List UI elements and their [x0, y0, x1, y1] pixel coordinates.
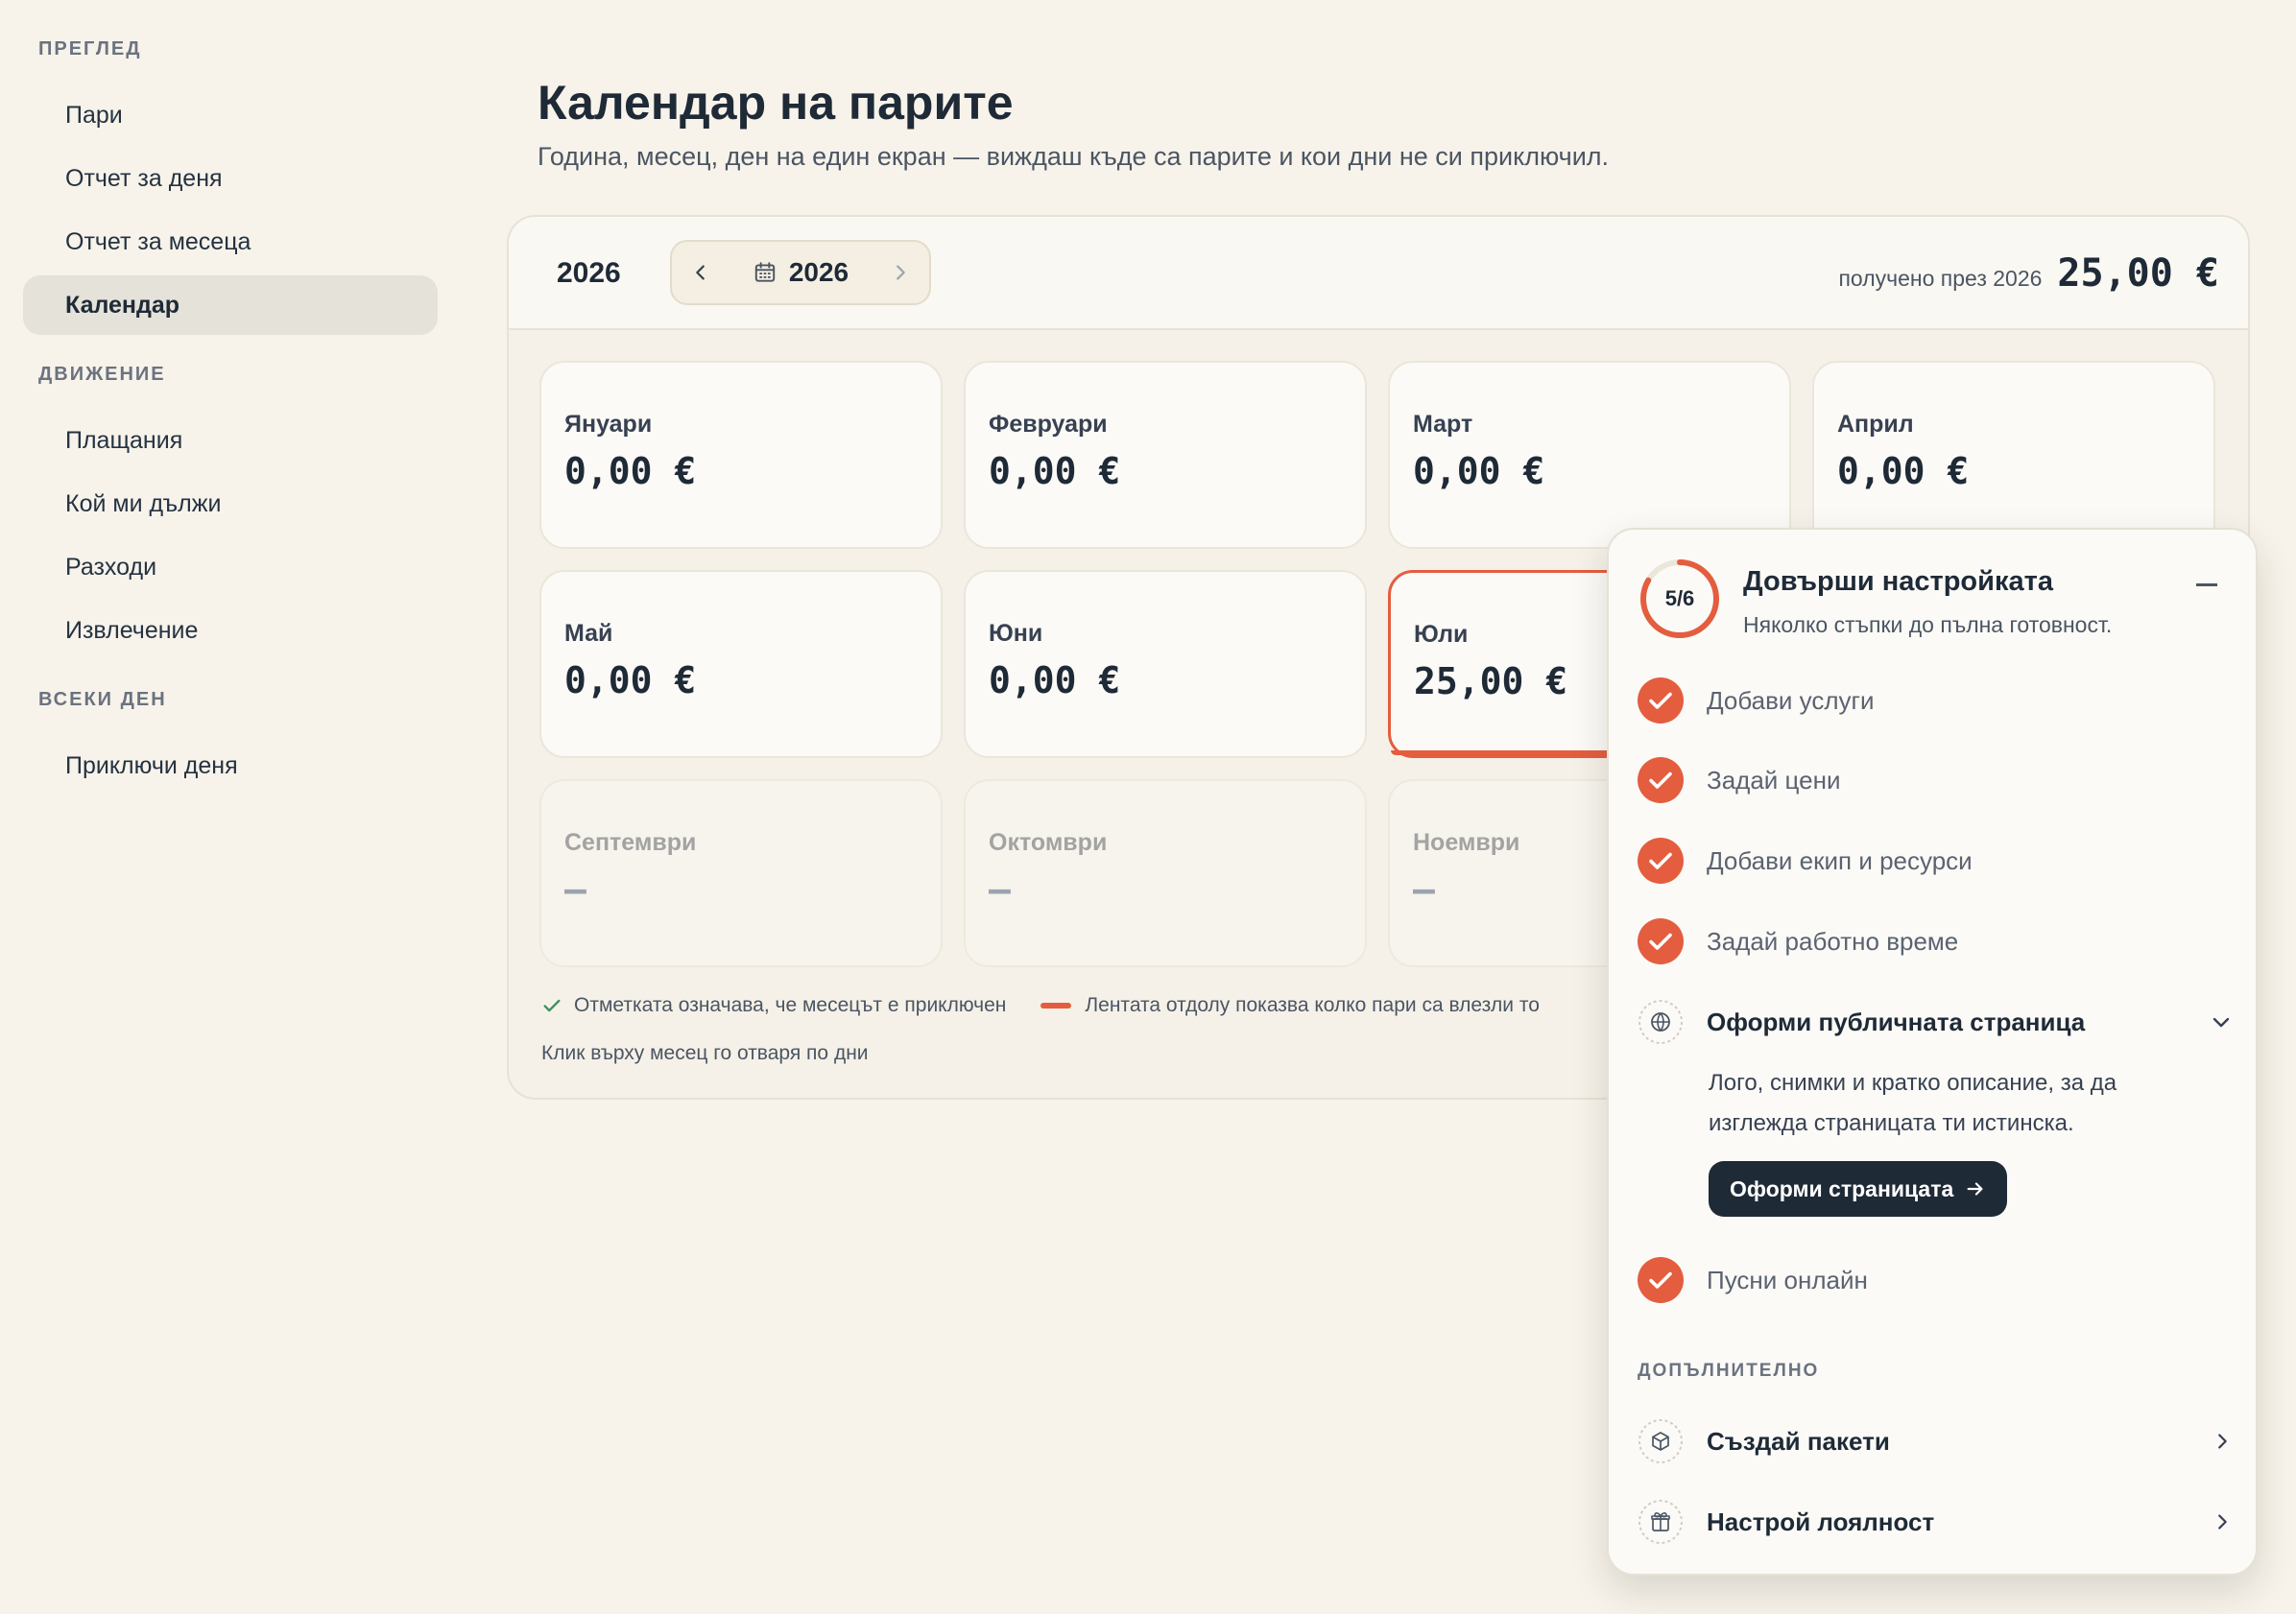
check-circle-icon: [1638, 838, 1684, 884]
setup-step-label: Добави екип и ресурси: [1707, 845, 1973, 875]
globe-icon: [1638, 1000, 1683, 1044]
page-title: Календар на парите: [538, 76, 1014, 130]
check-circle-icon: [1638, 677, 1684, 724]
month-card-january[interactable]: Януари 0,00 €: [539, 361, 943, 549]
sidebar-item-monthly-report[interactable]: Отчет за месеца: [23, 212, 438, 272]
check-circle-icon: [1638, 918, 1684, 964]
setup-step-set-prices[interactable]: Задай цени: [1638, 755, 1840, 805]
month-amount: —: [989, 868, 1011, 911]
sidebar-item-close-day[interactable]: Приключи деня: [23, 736, 438, 795]
setup-subtitle: Няколко стъпки до пълна готовност.: [1743, 612, 2113, 637]
setup-step-label: Задай цени: [1707, 765, 1841, 795]
setup-step-label: Задай работно време: [1707, 926, 1959, 956]
extra-create-packages[interactable]: Създай пакети: [1638, 1416, 2233, 1466]
chevron-right-icon: [2218, 1434, 2227, 1449]
setup-step-team-resources[interactable]: Добави екип и ресурси: [1638, 836, 1973, 886]
extras-heading: ДОПЪЛНИТЕЛНО: [1638, 1361, 1820, 1381]
month-name: Май: [564, 620, 613, 647]
page-subtitle: Година, месец, ден на един екран — вижда…: [538, 142, 1610, 171]
gift-icon: [1638, 1500, 1683, 1544]
setup-title: Довърши настройката: [1743, 566, 2053, 597]
month-name: Април: [1837, 411, 1914, 438]
year-total: получено през 2026 25,00 €: [1838, 251, 2219, 296]
month-card-may[interactable]: Май 0,00 €: [539, 570, 943, 758]
month-card-february[interactable]: Февруари 0,00 €: [964, 361, 1367, 549]
month-card-april[interactable]: Април 0,00 €: [1812, 361, 2215, 549]
month-amount: 0,00 €: [564, 659, 697, 701]
legend-bar-swatch: [1040, 1003, 1072, 1009]
sidebar-item-expenses[interactable]: Разходи: [23, 537, 438, 597]
design-page-button-label: Оформи страницата: [1730, 1175, 1954, 1201]
year-total-label: получено през 2026: [1838, 266, 2043, 291]
month-card-march[interactable]: Март 0,00 €: [1388, 361, 1791, 549]
year-picker-value: 2026: [788, 257, 849, 287]
month-amount: 0,00 €: [1413, 450, 1545, 492]
year-switcher: 2026: [670, 240, 931, 305]
month-amount: 0,00 €: [989, 659, 1121, 701]
sidebar-item-daily-report[interactable]: Отчет за деня: [23, 149, 438, 208]
month-name: Януари: [564, 411, 653, 438]
sidebar-section-overview: ПРЕГЛЕД: [38, 38, 142, 59]
calendar-icon: [754, 262, 776, 282]
sidebar-item-payments[interactable]: Плащания: [23, 411, 438, 470]
setup-step-label: Оформи публичната страница: [1707, 1007, 2086, 1036]
design-page-button[interactable]: Оформи страницата: [1709, 1161, 2008, 1217]
check-circle-icon: [1638, 757, 1684, 803]
extra-label: Настрой лоялност: [1707, 1507, 1935, 1536]
month-name: Октомври: [989, 829, 1108, 856]
month-amount: 0,00 €: [989, 450, 1121, 492]
setup-step-working-hours[interactable]: Задай работно време: [1638, 916, 1958, 966]
year-total-value: 25,00 €: [2057, 251, 2219, 296]
month-card-june[interactable]: Юни 0,00 €: [964, 570, 1367, 758]
setup-step-description: Лого, снимки и кратко описание, за да из…: [1709, 1070, 2117, 1136]
legend-check-text: Отметката означава, че месецът е приключ…: [574, 994, 1007, 1016]
setup-step-public-page[interactable]: Оформи публичната страница: [1638, 997, 2233, 1047]
chevron-left-icon: [696, 265, 705, 280]
chevron-right-icon: [2218, 1514, 2227, 1530]
minimize-icon[interactable]: [2196, 583, 2217, 586]
year-label: 2026: [557, 257, 621, 289]
month-name: Юни: [989, 620, 1043, 647]
package-icon: [1638, 1419, 1683, 1463]
year-picker[interactable]: 2026: [729, 257, 872, 288]
sidebar: ПРЕГЛЕД Пари Отчет за деня Отчет за месе…: [23, 38, 438, 799]
arrow-right-icon: [1967, 1182, 1983, 1196]
prev-year-button[interactable]: [672, 244, 729, 301]
calendar-hint: Клик върху месец го отваря по дни: [541, 1042, 869, 1064]
calendar-card-header: 2026 2026 получено през 2026 25,00 €: [509, 217, 2248, 330]
sidebar-item-calendar[interactable]: Календар: [23, 275, 438, 335]
month-name: Февруари: [989, 411, 1108, 438]
month-name: Септември: [564, 829, 697, 856]
setup-panel: 5/6 Довърши настройката Няколко стъпки д…: [1607, 528, 2258, 1576]
month-card-october[interactable]: Октомври —: [964, 779, 1367, 967]
chevron-right-icon: [897, 265, 905, 280]
sidebar-section-every-day: ВСЕКИ ДЕН: [38, 689, 167, 710]
check-circle-icon: [1638, 1257, 1684, 1303]
check-icon: [543, 999, 561, 1012]
setup-step-label: Пусни онлайн: [1707, 1265, 1868, 1294]
extra-setup-loyalty[interactable]: Настрой лоялност: [1638, 1497, 2233, 1547]
month-amount: —: [564, 868, 586, 911]
legend-bar-text: Лентата отдолу показва колко пари са вле…: [1085, 994, 1540, 1016]
extra-label: Създай пакети: [1707, 1426, 1890, 1456]
sidebar-item-who-owes-me[interactable]: Кой ми дължи: [23, 474, 438, 534]
month-card-september[interactable]: Септември —: [539, 779, 943, 967]
sidebar-item-statement[interactable]: Извлечение: [23, 601, 438, 660]
setup-step-go-online[interactable]: Пусни онлайн: [1638, 1255, 1868, 1305]
setup-step-add-services[interactable]: Добави услуги: [1638, 676, 1875, 725]
month-amount: 0,00 €: [564, 450, 697, 492]
month-name: Март: [1413, 411, 1473, 438]
month-amount: 0,00 €: [1837, 450, 1970, 492]
chevron-down-icon: [2212, 1017, 2230, 1028]
sidebar-item-money[interactable]: Пари: [23, 85, 438, 145]
next-year-button[interactable]: [872, 244, 929, 301]
setup-step-label: Добави услуги: [1707, 685, 1875, 715]
progress-count: 5/6: [1664, 586, 1695, 610]
legend: Отметката означава, че месецът е приключ…: [541, 994, 1540, 1017]
sidebar-section-movement: ДВИЖЕНИЕ: [38, 364, 166, 385]
